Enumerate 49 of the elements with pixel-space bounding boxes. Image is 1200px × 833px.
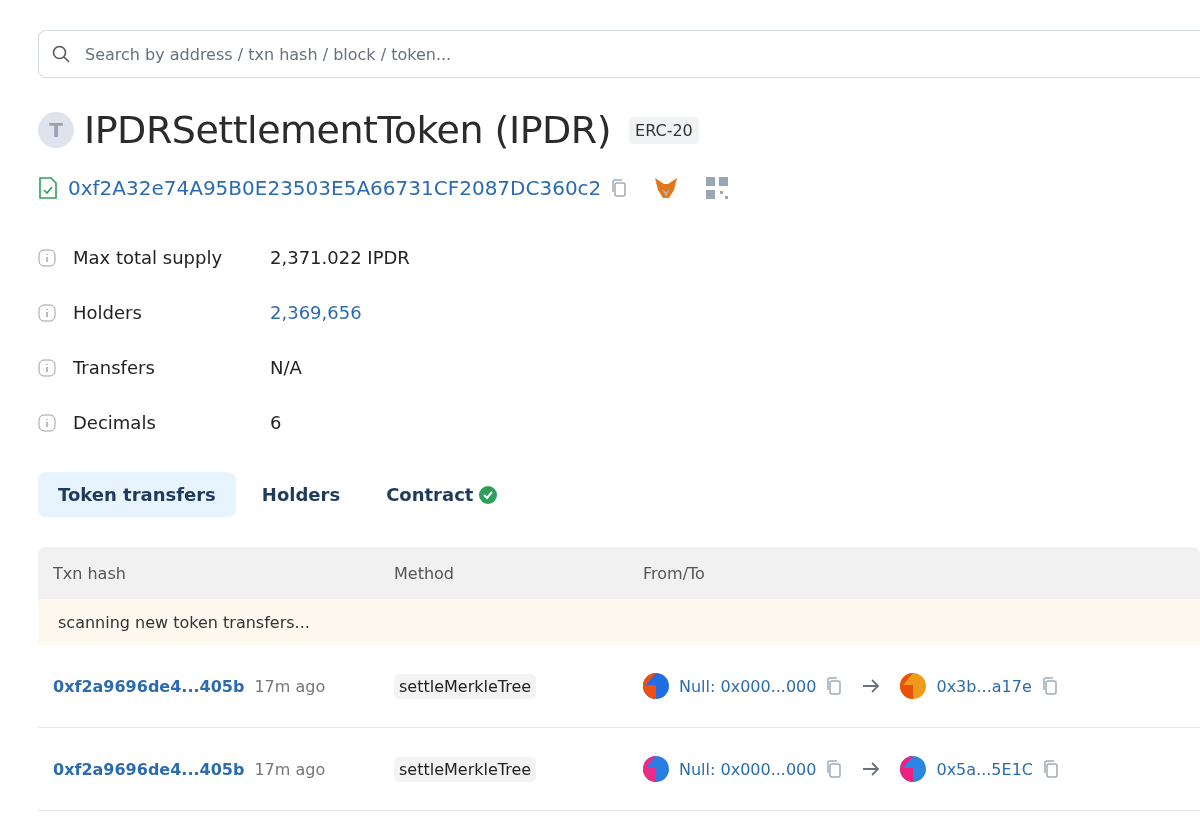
age-text: 17m ago <box>254 676 326 696</box>
copy-icon[interactable] <box>826 677 843 695</box>
to-address-link[interactable]: 0x3b...a17e <box>936 676 1032 696</box>
avatar-icon <box>900 756 927 782</box>
copy-icon[interactable] <box>826 760 843 778</box>
search-icon <box>52 45 70 63</box>
from-address-link[interactable]: Null: 0x000...000 <box>679 759 817 779</box>
column-header: Txn hash <box>53 563 127 583</box>
to-address-link[interactable]: 0x5a...5E1C <box>936 759 1033 779</box>
tab[interactable]: Token transfers <box>38 472 236 517</box>
copy-icon[interactable] <box>1043 760 1059 778</box>
age-text: 17m ago <box>254 759 326 779</box>
avatar-icon <box>643 756 669 782</box>
method-tag: settleMerkleTree <box>394 756 537 782</box>
verified-icon <box>479 485 498 504</box>
copy-icon[interactable] <box>611 179 628 197</box>
contract-address-link[interactable]: 0xf2A32e74A95B0E23503E5A66731CF2087DC360c2 <box>68 176 602 200</box>
detail-label: Decimals <box>73 412 157 433</box>
scanning-notice: scanning new token transfers... <box>38 599 1200 645</box>
info-icon <box>38 248 56 267</box>
txn-hash-link[interactable]: 0xf2a9696de4...405b <box>53 759 245 779</box>
token-avatar: T <box>38 112 74 148</box>
column-header: Method <box>394 563 455 583</box>
token-title: IPDRSettlementToken (IPDR) <box>84 108 612 152</box>
detail-label: Transfers <box>73 357 156 378</box>
tab[interactable]: Holders <box>241 472 361 517</box>
detail-label: Holders <box>73 302 143 323</box>
info-icon <box>38 358 56 377</box>
avatar-icon <box>643 673 669 699</box>
info-icon <box>38 303 56 322</box>
arrow-right-icon <box>862 762 881 776</box>
detail-value: 6 <box>270 412 282 433</box>
detail-link[interactable]: 2,369,656 <box>270 302 362 323</box>
detail-value: 2,371.022 IPDR <box>270 247 410 268</box>
info-icon <box>38 413 56 432</box>
tab[interactable]: Contract <box>366 472 518 517</box>
token-standard-tag: ERC-20 <box>629 116 699 144</box>
column-header: From/To <box>643 563 706 583</box>
fox-icon[interactable] <box>653 176 680 200</box>
avatar-icon <box>900 673 927 699</box>
qr-code-icon[interactable] <box>705 176 730 200</box>
arrow-right-icon <box>862 679 881 693</box>
copy-icon[interactable] <box>1041 677 1058 695</box>
detail-value: N/A <box>270 357 302 378</box>
txn-hash-link[interactable]: 0xf2a9696de4...405b <box>53 676 245 696</box>
from-address-link[interactable]: Null: 0x000...000 <box>679 676 817 696</box>
detail-label: Max total supply <box>73 247 224 268</box>
search-field[interactable]: Search by address / txn hash / block / token... <box>38 30 1200 78</box>
method-tag: settleMerkleTree <box>394 673 537 699</box>
